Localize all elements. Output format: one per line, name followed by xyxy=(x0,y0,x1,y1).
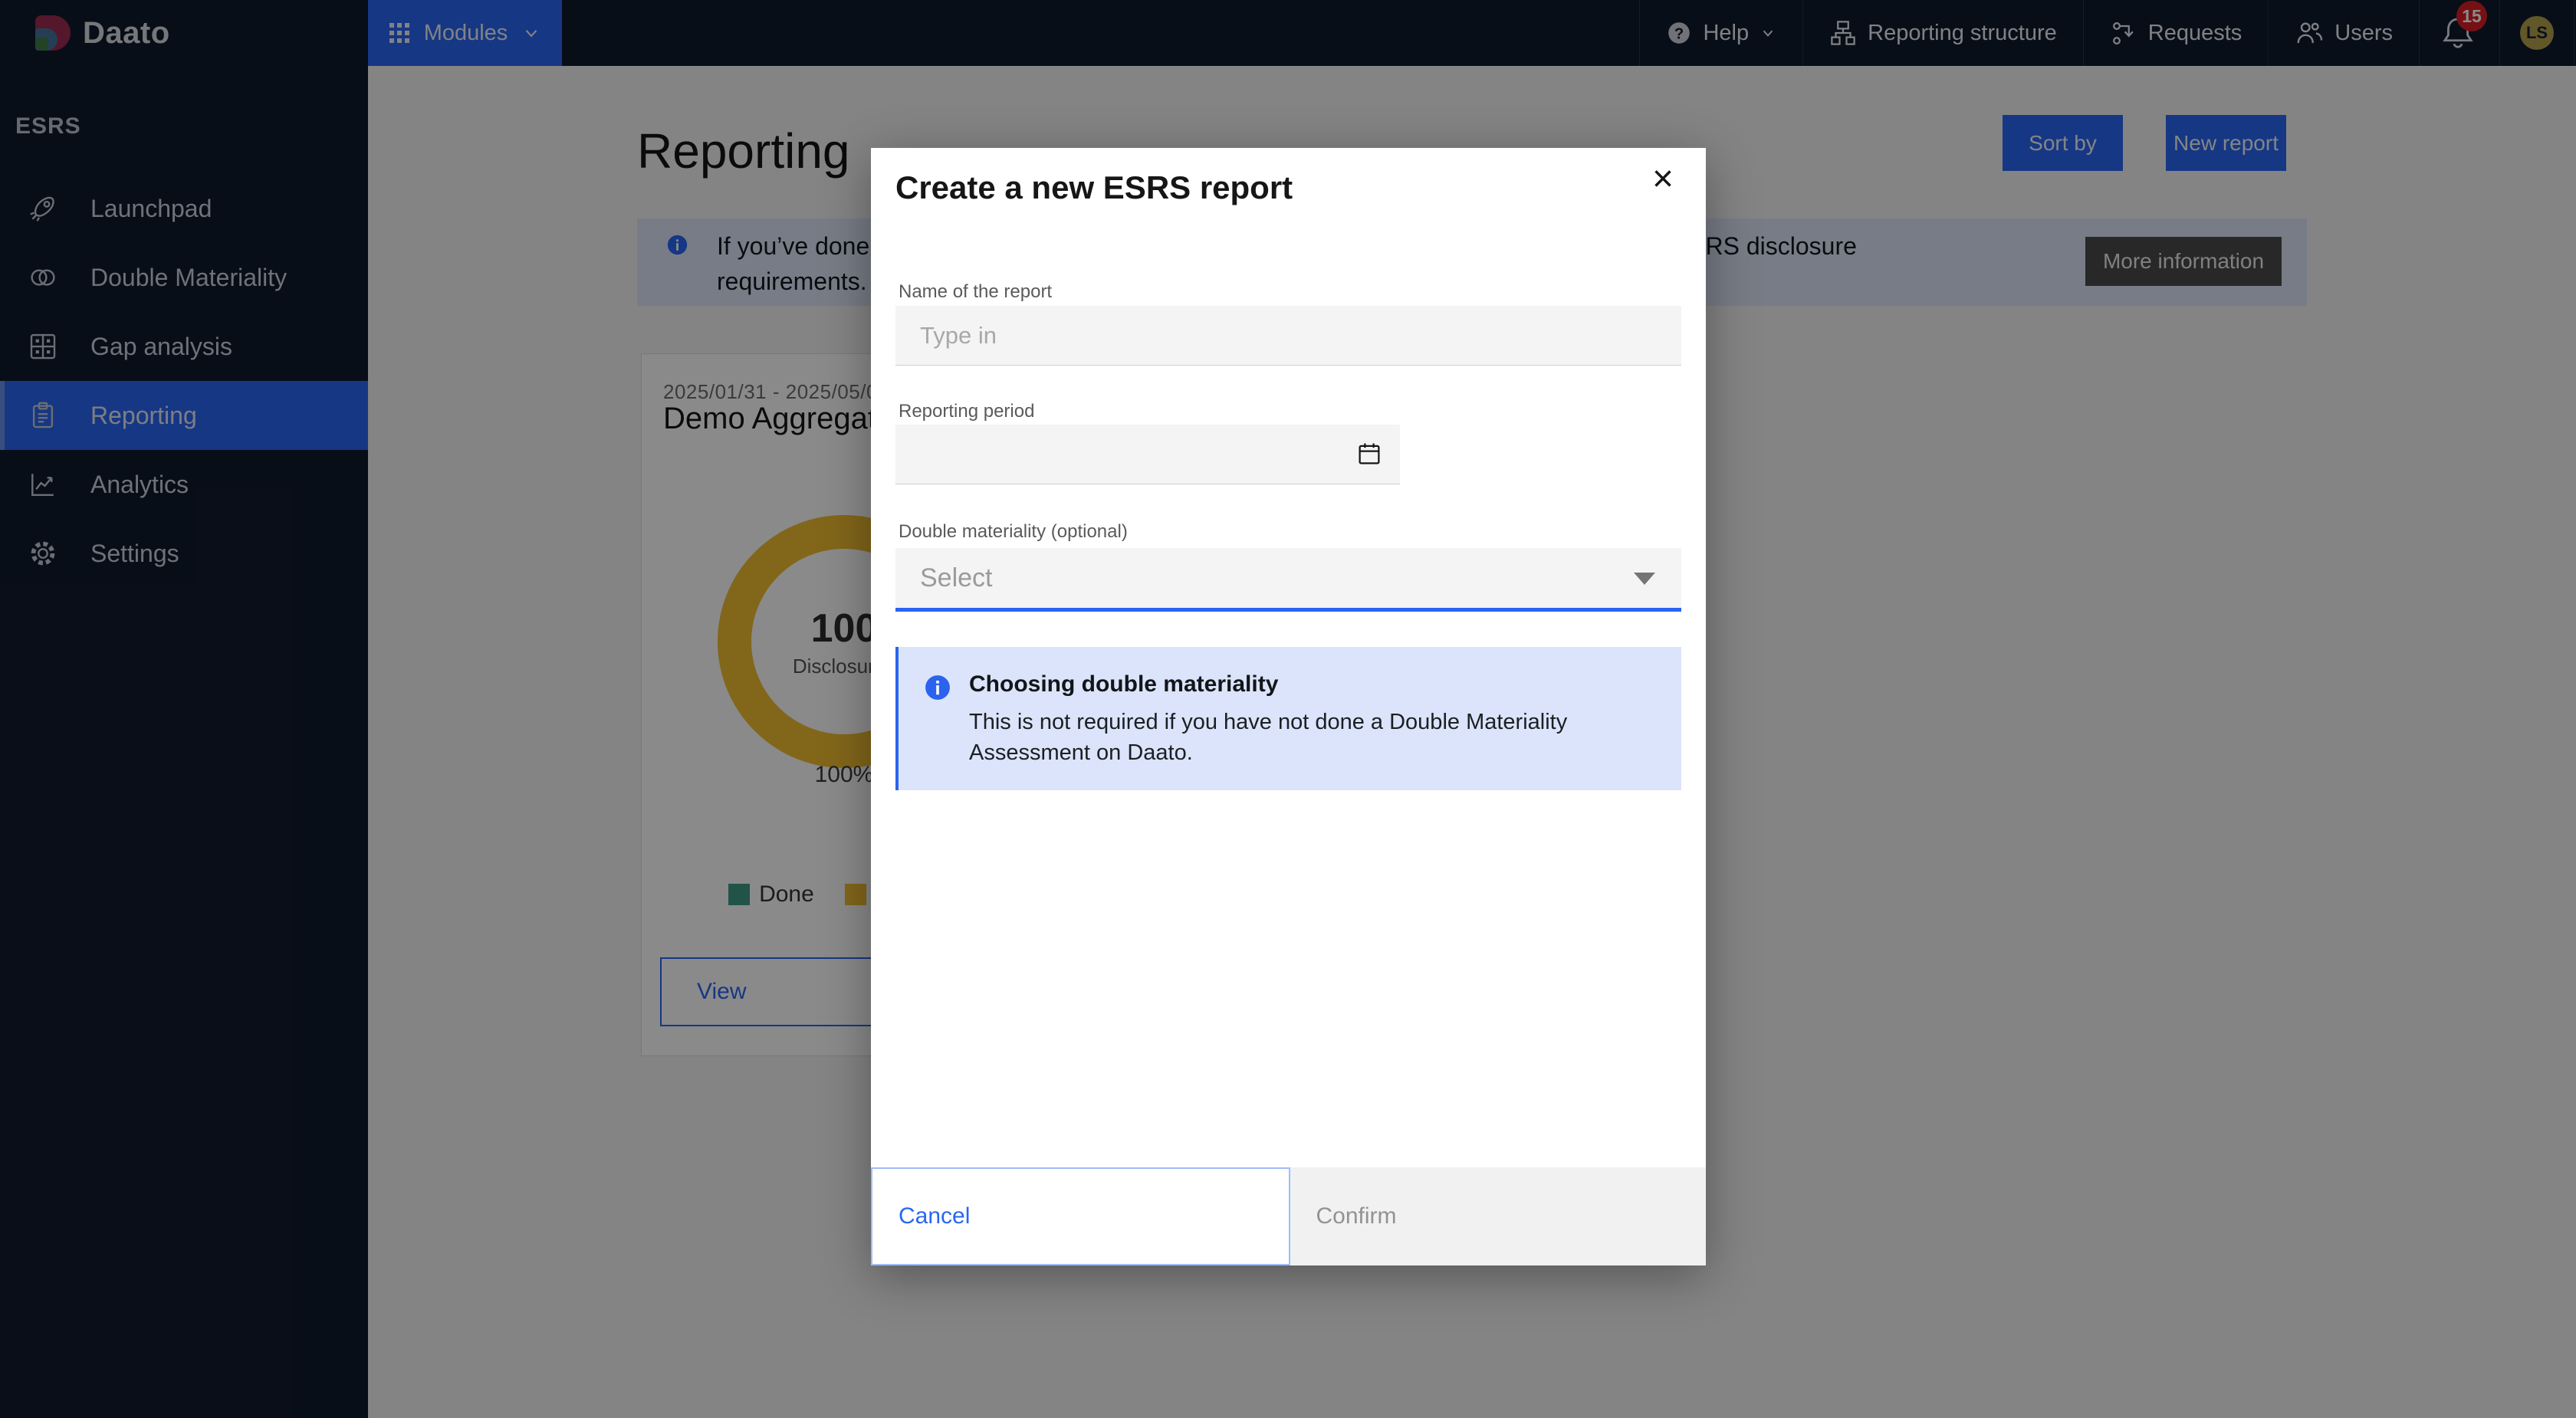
modal-footer: Cancel Confirm xyxy=(871,1167,1706,1265)
materiality-notice: Choosing double materiality This is not … xyxy=(895,647,1681,790)
close-icon[interactable]: × xyxy=(1640,156,1686,202)
select-placeholder: Select xyxy=(920,563,993,593)
materiality-select[interactable]: Select xyxy=(895,548,1681,612)
notice-title: Choosing double materiality xyxy=(969,671,1278,698)
confirm-button[interactable]: Confirm xyxy=(1290,1167,1707,1265)
calendar-icon[interactable] xyxy=(1355,440,1383,468)
reporting-period-input[interactable] xyxy=(895,425,1400,484)
app-screen: Daato Modules ? Help xyxy=(0,0,2576,1418)
info-icon xyxy=(925,675,951,701)
report-name-input[interactable] xyxy=(895,306,1681,366)
caret-down-icon xyxy=(1634,573,1655,585)
cancel-button[interactable]: Cancel xyxy=(871,1167,1290,1265)
create-report-modal: Create a new ESRS report × Name of the r… xyxy=(871,148,1706,1265)
notice-body: This is not required if you have not don… xyxy=(969,707,1659,768)
materiality-field-label: Double materiality (optional) xyxy=(899,521,1128,543)
modal-title: Create a new ESRS report xyxy=(895,169,1293,206)
period-field-label: Reporting period xyxy=(899,401,1034,422)
name-field-label: Name of the report xyxy=(899,281,1052,303)
